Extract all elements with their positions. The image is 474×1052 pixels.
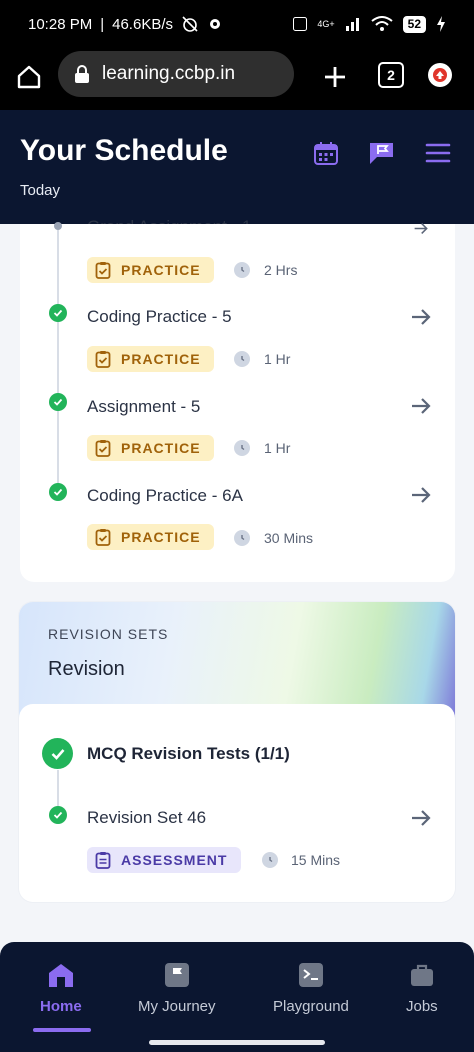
chat-flag-icon bbox=[370, 143, 393, 164]
check-circle-icon bbox=[49, 304, 67, 322]
flag-icon bbox=[164, 963, 189, 987]
badge-label: ASSESSMENT bbox=[121, 852, 228, 868]
status-bar: 10:28 PM | 46.6KB/s 4G+ 52 bbox=[0, 0, 474, 48]
item-title: Coding Practice - 6A bbox=[87, 486, 243, 505]
badge-label: PRACTICE bbox=[121, 440, 201, 456]
status-speed: 46.6KB/s bbox=[112, 15, 173, 33]
arrow-right-icon[interactable] bbox=[409, 220, 433, 237]
arrow-right-icon[interactable] bbox=[409, 305, 433, 329]
charging-icon bbox=[437, 16, 445, 32]
plus-icon bbox=[325, 67, 345, 87]
alarm-off-icon bbox=[182, 16, 198, 32]
clipboard-check-icon bbox=[95, 440, 111, 457]
nav-home[interactable]: Home bbox=[40, 962, 82, 1015]
check-circle-icon bbox=[49, 393, 67, 411]
revision-group-check-icon bbox=[42, 738, 73, 769]
practice-badge: PRACTICE bbox=[87, 435, 214, 461]
item-duration: 15 Mins bbox=[291, 852, 341, 868]
revision-body: MCQ Revision Tests (1/1) Revision Set 46… bbox=[19, 704, 455, 902]
nav-label: My Journey bbox=[138, 998, 216, 1015]
signal-icon bbox=[345, 18, 359, 31]
new-tab-button[interactable] bbox=[320, 62, 350, 92]
page-title: Your Schedule bbox=[20, 134, 228, 167]
gear-icon bbox=[210, 19, 220, 29]
item-duration: 1 Hr bbox=[264, 440, 291, 456]
menu-icon bbox=[425, 143, 451, 163]
arrow-right-icon[interactable] bbox=[409, 483, 433, 507]
item-title: Grand Assignment - 1 bbox=[87, 217, 251, 224]
arrow-right-icon[interactable] bbox=[409, 806, 433, 830]
tab-switcher-button[interactable]: 2 bbox=[378, 62, 404, 88]
lock-icon bbox=[75, 65, 89, 83]
calendar-icon bbox=[314, 142, 338, 165]
practice-badge: PRACTICE bbox=[87, 524, 214, 550]
update-arrow-icon bbox=[433, 68, 447, 82]
battery-level: 52 bbox=[402, 15, 426, 33]
check-circle-icon bbox=[49, 806, 67, 824]
arrow-right-icon[interactable] bbox=[409, 394, 433, 418]
bottom-navigation: Home My Journey Playground Jobs bbox=[0, 942, 474, 1052]
network-type: 4G+ bbox=[317, 19, 335, 29]
browser-toolbar: learning.ccbp.in 2 bbox=[0, 48, 474, 110]
browser-home-button[interactable] bbox=[14, 62, 44, 92]
clipboard-check-icon bbox=[95, 351, 111, 368]
status-time: 10:28 PM bbox=[28, 15, 93, 33]
item-duration: 30 Mins bbox=[264, 530, 314, 546]
schedule-card bbox=[20, 224, 455, 582]
practice-badge: PRACTICE bbox=[87, 257, 214, 283]
nav-my-journey[interactable]: My Journey bbox=[138, 962, 216, 1015]
badge-label: PRACTICE bbox=[121, 262, 201, 278]
nav-playground[interactable]: Playground bbox=[273, 962, 349, 1015]
nav-jobs[interactable]: Jobs bbox=[406, 962, 438, 1015]
clock-icon bbox=[234, 530, 250, 546]
practice-badge: PRACTICE bbox=[87, 346, 214, 372]
gesture-bar[interactable] bbox=[149, 1040, 325, 1045]
section-title: Revision bbox=[48, 658, 125, 680]
wifi-icon bbox=[371, 16, 393, 31]
nav-label: Home bbox=[40, 998, 82, 1015]
revision-group-title: MCQ Revision Tests (1/1) bbox=[87, 744, 290, 763]
url-text: learning.ccbp.in bbox=[102, 63, 236, 84]
home-outline-icon bbox=[17, 65, 41, 89]
item-title: Coding Practice - 5 bbox=[87, 307, 232, 326]
revision-sets-card: REVISION SETS Revision MCQ Revision Test… bbox=[19, 602, 455, 902]
hamburger-menu-button[interactable] bbox=[423, 138, 453, 168]
calendar-button[interactable] bbox=[311, 138, 341, 168]
check-circle-icon bbox=[49, 483, 67, 501]
volte-icon bbox=[293, 17, 308, 31]
home-icon bbox=[48, 964, 73, 987]
clock-icon bbox=[234, 351, 250, 367]
timeline-dot bbox=[54, 222, 62, 230]
clipboard-check-icon bbox=[95, 529, 111, 546]
item-title: Revision Set 46 bbox=[87, 808, 207, 827]
item-duration: 2 Hrs bbox=[264, 262, 298, 278]
clock-icon bbox=[234, 440, 250, 456]
briefcase-icon bbox=[410, 964, 433, 986]
nav-label: Jobs bbox=[406, 998, 438, 1015]
tab-count: 2 bbox=[387, 67, 395, 83]
app-header: Your Schedule Today bbox=[0, 110, 474, 224]
nav-label: Playground bbox=[273, 998, 349, 1015]
clipboard-check-icon bbox=[95, 262, 111, 279]
item-duration: 1 Hr bbox=[264, 351, 291, 367]
badge-label: PRACTICE bbox=[121, 529, 201, 545]
timeline-line bbox=[57, 224, 59, 494]
status-separator: | bbox=[100, 15, 105, 33]
assessment-badge: ASSESSMENT bbox=[87, 847, 241, 873]
item-title: Assignment - 5 bbox=[87, 397, 201, 416]
timeline-line bbox=[57, 770, 59, 806]
terminal-icon bbox=[298, 963, 323, 987]
badge-label: PRACTICE bbox=[121, 351, 201, 367]
browser-menu-button[interactable] bbox=[428, 63, 452, 87]
clock-icon bbox=[262, 852, 278, 868]
address-bar[interactable]: learning.ccbp.in bbox=[58, 51, 294, 97]
clipboard-list-icon bbox=[95, 852, 111, 869]
feedback-button[interactable] bbox=[367, 138, 397, 168]
page-subtitle: Today bbox=[20, 182, 61, 199]
active-tab-indicator bbox=[33, 1028, 91, 1032]
section-label: REVISION SETS bbox=[48, 626, 169, 642]
clock-icon bbox=[234, 262, 250, 278]
